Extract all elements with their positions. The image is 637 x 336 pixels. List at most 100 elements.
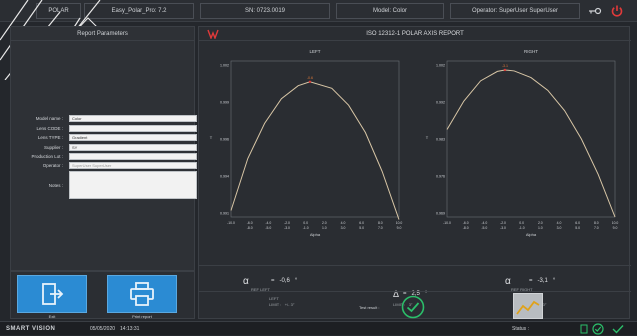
test-result-label: Test result : [359,305,380,310]
plot-area [446,60,616,218]
field-lens-type: Lens TYPE : Gradient [17,134,197,141]
x-tick-label: 2.0 [322,221,327,225]
y-tick-label: 0.983 [436,138,445,142]
y-tick-label: 0.996 [220,138,229,142]
field-label: Lens TYPE : [37,135,63,140]
x-tick-label: -4.0 [265,221,271,225]
x-tick-label: -10.0 [227,221,235,225]
exit-button[interactable] [17,275,87,313]
plot-area [230,60,400,218]
field-label: Operator : [42,163,63,168]
left-polar-chart: LEFT1.0020.9990.9960.9940.991T-10.0 -6.0-… [210,49,403,237]
alpha-right-value: = -3,1 ° [529,278,556,284]
y-tick-label: 0.976 [436,175,445,179]
print-report-label: Print report [132,314,152,319]
status-ok-icon [592,323,604,335]
chart-title: LEFT [309,49,320,54]
x-tick-label: 8.0 [594,221,599,225]
right-polar-chart: RIGHT 1.002 0.992 0.983 0.976 0.969 T -10.0 -6.0… [426,49,619,237]
left-limit: LIMIT : +/- 3° [269,302,295,307]
app-version: Easy_Polar_Pro: 7.2 [84,3,194,19]
notes-textarea[interactable] [69,171,197,199]
alpha-left-symbol: α [243,276,249,287]
alpha-left-value: = -0,6 ° [271,278,298,284]
x-tick-label: 4.0 [557,221,562,225]
status-label: Status : [512,326,529,332]
x-tick-label: -3.0 [284,226,290,230]
report-header: ISO 12312-1 POLAR AXIS REPORT [199,27,631,41]
x-tick-label: 10.0 [612,221,619,225]
polar-curve [230,81,400,220]
printer-icon [130,282,154,306]
exit-label: Exit [48,314,56,319]
time-label: 14:13:31 [120,326,140,332]
supplier-input[interactable]: SY [69,144,197,151]
exit-icon [42,283,64,305]
x-tick-label: -1.0 [303,226,309,230]
x-tick-label: 6.0 [575,221,580,225]
field-supplier: Supplier : SY [17,144,197,151]
alpha-right-symbol: α [505,276,511,287]
lens-code-input[interactable] [69,125,197,132]
field-label: Lens CODE : [36,126,63,131]
polar-curve [446,69,616,218]
pass-check-icon [401,295,425,319]
status-indicator-icon [580,324,588,334]
field-model-name: Model name : Color [17,115,197,122]
x-tick-label: -8.0 [463,226,469,230]
report-title: ISO 12312-1 POLAR AXIS REPORT [366,31,464,37]
x-tick-label: -4.0 [481,221,487,225]
check-icon [612,325,624,334]
y-tick-label: 1.002 [436,64,445,68]
panel-title: Report Parameters [11,27,194,41]
x-tick-label: 7.0 [378,226,383,230]
top-bar: POLAR Easy_Polar_Pro: 7.2 SN: 0723.0019 … [0,0,637,22]
x-tick-label: -1.0 [519,226,525,230]
field-lens-code: Lens CODE : [17,125,197,132]
model-label: Model: Color [336,3,444,19]
field-label: Supplier : [43,145,63,150]
x-tick-label: -5.0 [481,226,487,230]
lens-type-input[interactable]: Gradient [69,134,197,141]
field-label: Production Lot : [31,154,63,159]
x-tick-label: -8.0 [247,226,253,230]
y-tick-label: 0.991 [220,212,229,216]
x-tick-label: 1.0 [538,226,543,230]
x-tick-label: 8.0 [378,221,383,225]
x-tick-label: 1.0 [322,226,327,230]
field-operator: Operator : SuperUser SuperUser [17,162,197,169]
production-lot-input[interactable] [69,153,197,160]
chart-title: RIGHT [524,49,538,54]
peak-label: -0.6 [307,76,313,80]
serial-number: SN: 0723.0019 [200,3,330,19]
power-icon[interactable] [610,4,624,18]
print-report-button[interactable] [107,275,177,313]
x-axis-label: Alpha [526,232,537,237]
peak-marker [503,68,507,72]
x-tick-label: -2.0 [284,221,290,225]
peak-label: -3.1 [502,64,508,68]
left-caption: LEFT [269,296,279,301]
x-tick-label: 0.0 [519,221,524,225]
field-label: Model name : [35,116,63,121]
peak-marker [308,80,312,83]
operator-input[interactable]: SuperUser SuperUser [69,162,197,169]
x-tick-label: 6.0 [359,221,364,225]
graph-toggle-button[interactable] [513,293,543,319]
x-tick-label: 5.0 [575,226,580,230]
x-tick-label: -6.0 [463,221,469,225]
x-axis-label: Alpha [310,232,321,237]
bottom-bar: SMART VISION 05/05/2020 14:13:31 Status … [0,321,637,335]
x-tick-label: -5.0 [265,226,271,230]
key-icon[interactable] [588,4,602,18]
x-tick-label: -3.0 [500,226,506,230]
y-tick-label: 0.969 [436,212,445,216]
brand-label: POLAR [36,3,81,19]
x-tick-label: 4.0 [341,221,346,225]
model-name-input[interactable]: Color [69,115,197,122]
notes-label: Notes : [48,183,63,188]
y-tick-label: 0.994 [220,175,229,179]
x-tick-label: 7.0 [594,226,599,230]
y-tick-label: 1.002 [220,64,229,68]
field-production-lot: Production Lot : [17,153,197,160]
